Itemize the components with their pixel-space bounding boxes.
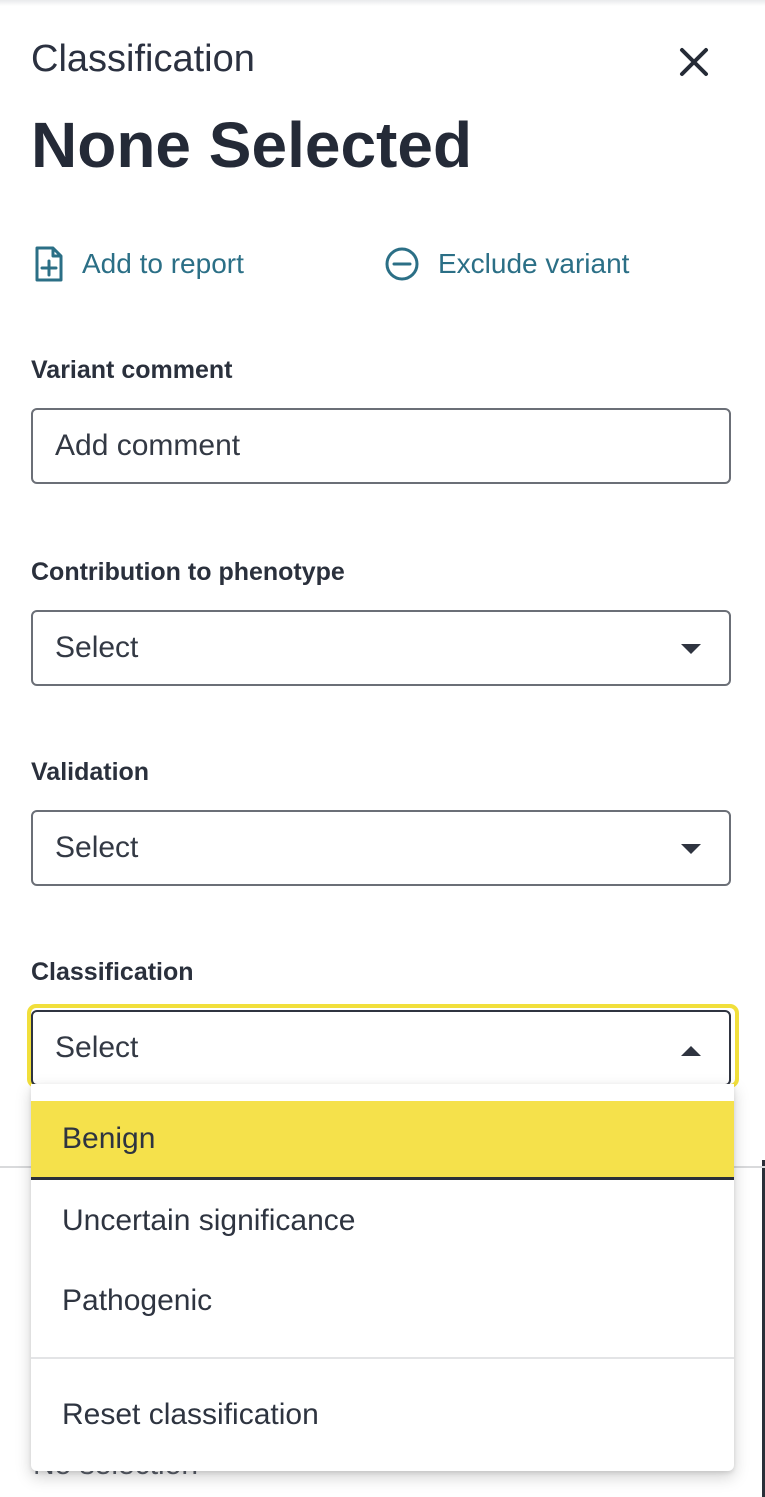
chevron-up-icon (681, 1046, 701, 1056)
validation-select[interactable]: Select (31, 810, 731, 886)
top-shadow (0, 0, 765, 6)
validation-value: Select (55, 831, 139, 864)
option-pathogenic[interactable]: Pathogenic (31, 1262, 734, 1340)
contribution-label: Contribution to phenotype (31, 558, 345, 586)
close-button[interactable] (672, 40, 716, 84)
variant-comment-input[interactable]: Add comment (31, 408, 731, 484)
close-icon (680, 48, 708, 76)
chevron-down-icon (681, 644, 701, 654)
classification-select[interactable]: Select (31, 1010, 731, 1086)
minus-circle-icon (385, 247, 419, 281)
variant-comment-placeholder: Add comment (55, 429, 241, 462)
add-to-report-button[interactable]: Add to report (34, 246, 244, 282)
classification-value: Select (55, 1031, 139, 1064)
contribution-select[interactable]: Select (31, 610, 731, 686)
add-to-report-label: Add to report (82, 248, 244, 279)
panel-label: Classification (31, 38, 255, 80)
option-uncertain-significance[interactable]: Uncertain significance (31, 1182, 734, 1260)
variant-comment-label: Variant comment (31, 356, 233, 384)
exclude-variant-button[interactable]: Exclude variant (384, 246, 629, 282)
classification-label: Classification (31, 958, 194, 986)
page-title: None Selected (31, 109, 473, 181)
classification-dropdown-menu: Benign Uncertain significance Pathogenic… (31, 1084, 734, 1471)
contribution-value: Select (55, 631, 139, 664)
validation-label: Validation (31, 758, 150, 786)
reset-classification-button[interactable]: Reset classification (31, 1376, 734, 1454)
file-plus-icon (35, 246, 63, 282)
exclude-variant-label: Exclude variant (438, 248, 630, 279)
menu-separator (31, 1357, 734, 1359)
chevron-down-icon (681, 844, 701, 854)
option-benign[interactable]: Benign (31, 1101, 734, 1180)
